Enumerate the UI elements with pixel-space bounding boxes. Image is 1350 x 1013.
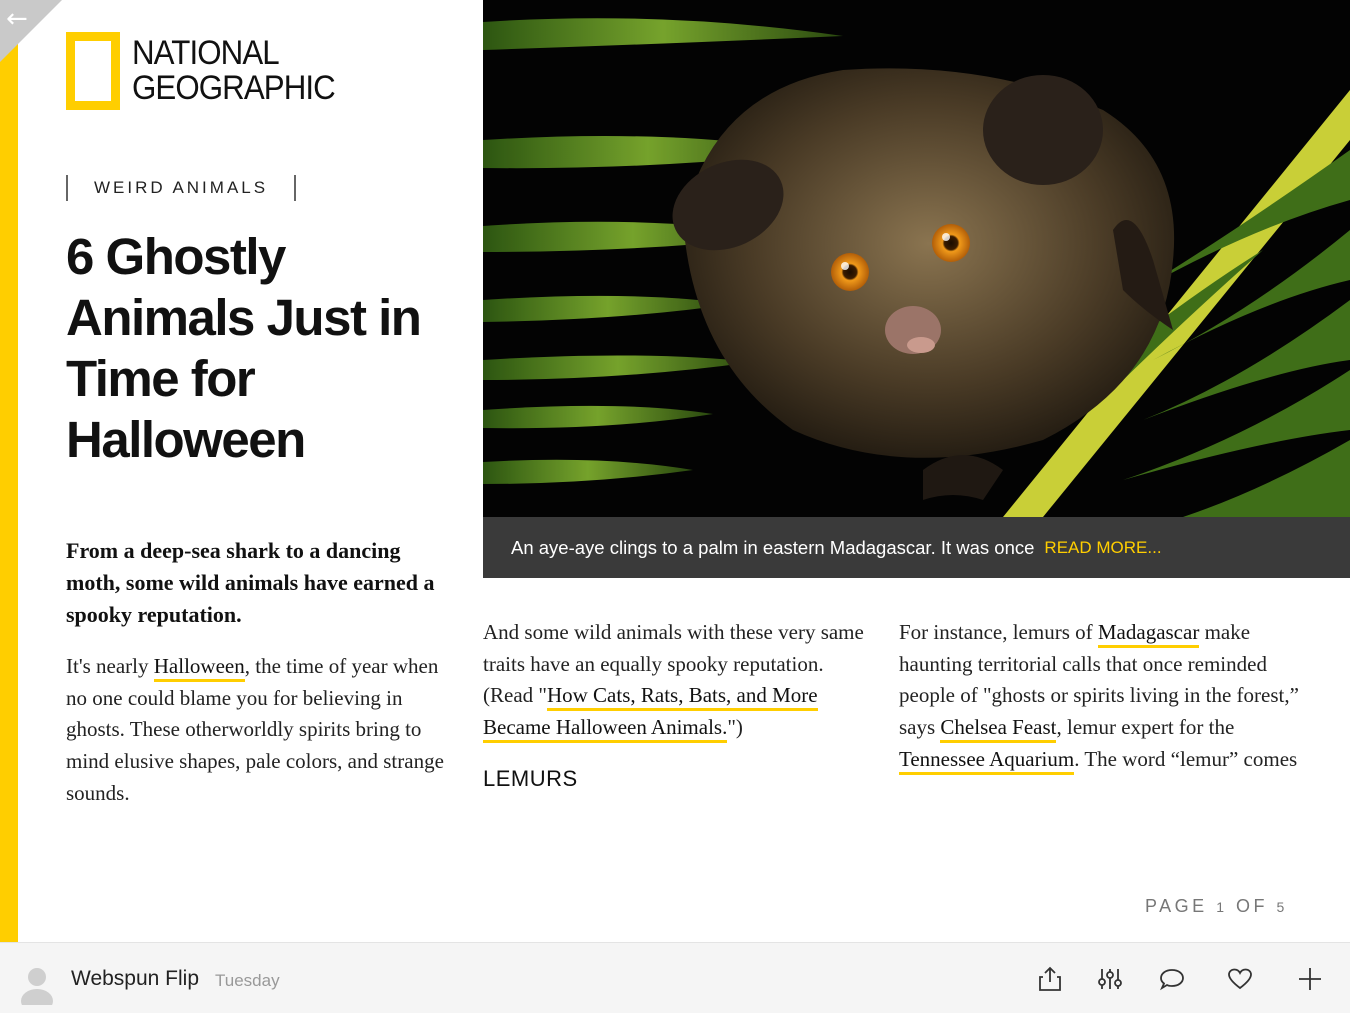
like-button[interactable] — [1222, 961, 1258, 997]
like-heart-icon — [1228, 968, 1252, 990]
share-button[interactable] — [1032, 961, 1068, 997]
section-heading: LEMURS — [483, 766, 578, 791]
avatar[interactable] — [20, 965, 54, 1005]
category-label[interactable]: WEIRD ANIMALS — [66, 175, 297, 201]
image-caption-bar: An aye-aye clings to a palm in eastern M… — [483, 517, 1350, 578]
back-arrow-icon: ← — [6, 4, 28, 34]
link-madagascar[interactable]: Madagascar — [1097, 620, 1200, 648]
source-name[interactable]: Webspun Flip — [71, 967, 199, 991]
comment-button[interactable] — [1154, 961, 1190, 997]
user-avatar-icon — [21, 968, 53, 1005]
post-date: Tuesday — [215, 971, 280, 990]
link-tennessee-aquarium[interactable]: Tennessee Aquarium — [899, 746, 1075, 775]
customize-button[interactable] — [1092, 961, 1128, 997]
hero-image[interactable]: An aye-aye clings to a palm in eastern M… — [483, 0, 1350, 578]
body-column-1: It's nearly Halloween, the time of year … — [66, 654, 444, 805]
page-indicator: PAGE 1 OF 5 — [1145, 896, 1288, 916]
accent-stripe — [0, 0, 18, 942]
read-more-link[interactable]: READ MORE... — [1044, 538, 1161, 558]
bottom-toolbar: Webspun Flip Tuesday — [0, 942, 1350, 1013]
logo-yellow-frame — [66, 32, 120, 110]
link-halloween[interactable]: Halloween — [153, 654, 245, 682]
logo-wordmark: NATIONAL GEOGRAPHIC — [132, 34, 336, 107]
article-title: 6 Ghostly Animals Just in Time for Hallo… — [66, 228, 422, 468]
settings-sliders-icon — [1098, 969, 1122, 989]
link-chelsea-feast[interactable]: Chelsea Feast — [940, 715, 1057, 744]
share-icon — [1039, 966, 1061, 991]
article-dek: From a deep-sea shark to a dancing moth,… — [66, 538, 435, 627]
image-caption: An aye-aye clings to a palm in eastern M… — [511, 536, 1035, 558]
publisher-logo: NATIONAL GEOGRAPHIC — [66, 32, 352, 110]
aye-aye-photo — [483, 0, 1350, 517]
body-column-2: And some wild animals with these very sa… — [483, 617, 878, 744]
add-button[interactable] — [1292, 961, 1328, 997]
body-column-3: For instance, lemurs of Madagascar make … — [899, 617, 1299, 776]
add-plus-icon — [1299, 968, 1321, 990]
comment-icon — [1160, 969, 1184, 991]
back-button[interactable]: ← — [0, 0, 62, 62]
